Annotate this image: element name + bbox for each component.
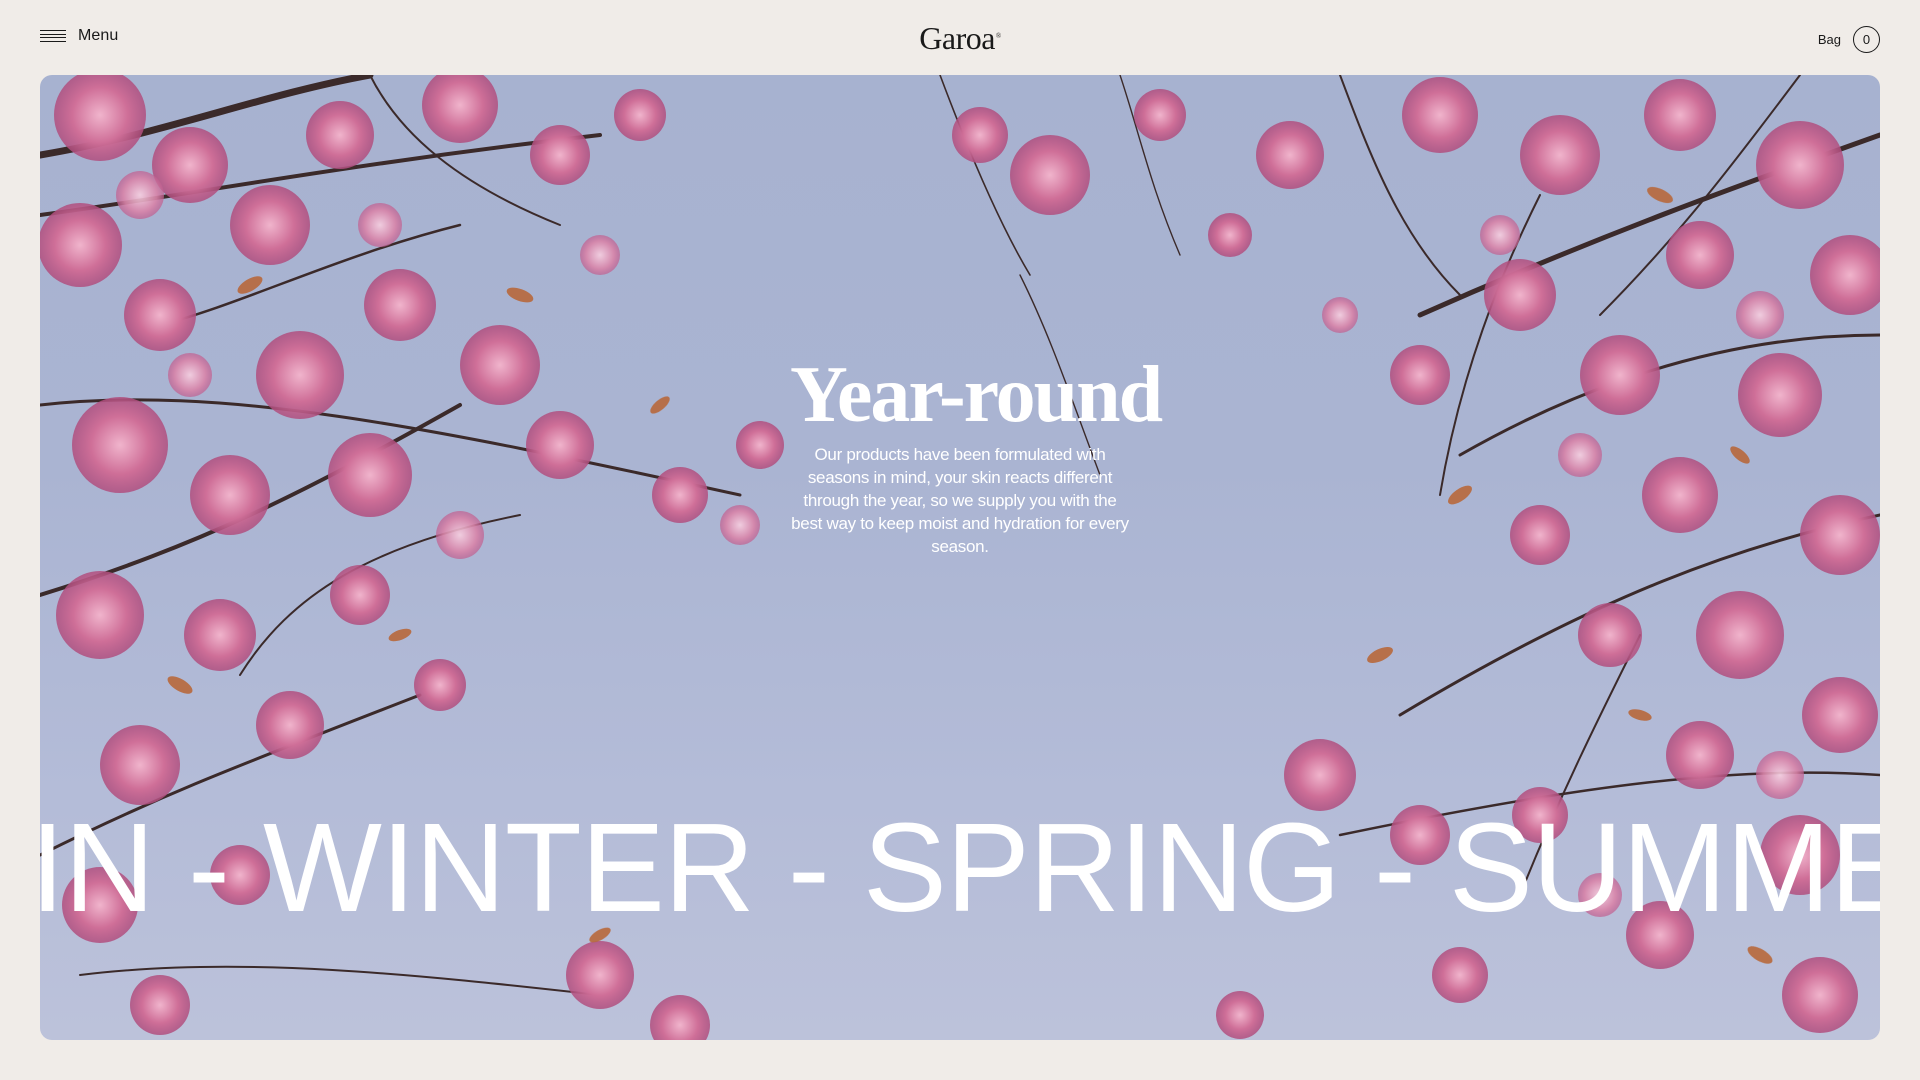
- hero-title: Year-round: [790, 351, 1163, 439]
- hero-copy: Year-round Our products have been formul…: [790, 351, 1163, 558]
- site-logo[interactable]: Garoa®: [919, 20, 1001, 57]
- site-header: Menu Garoa® Bag 0: [0, 0, 1920, 75]
- logo-text: Garoa: [919, 20, 995, 56]
- hero-section: Year-round Our products have been formul…: [40, 75, 1880, 1040]
- seasons-marquee: IN - WINTER - SPRING - SUMMER: [40, 797, 1880, 938]
- bag-button[interactable]: Bag 0: [1818, 26, 1880, 53]
- bag-label: Bag: [1817, 32, 1841, 47]
- menu-label: Menu: [78, 27, 119, 44]
- bag-count-badge: 0: [1853, 26, 1880, 53]
- registered-mark: ®: [995, 32, 1001, 40]
- hamburger-icon: [40, 30, 66, 42]
- hero-description: Our products have been formulated with s…: [791, 445, 1129, 556]
- menu-button[interactable]: Menu: [40, 27, 118, 45]
